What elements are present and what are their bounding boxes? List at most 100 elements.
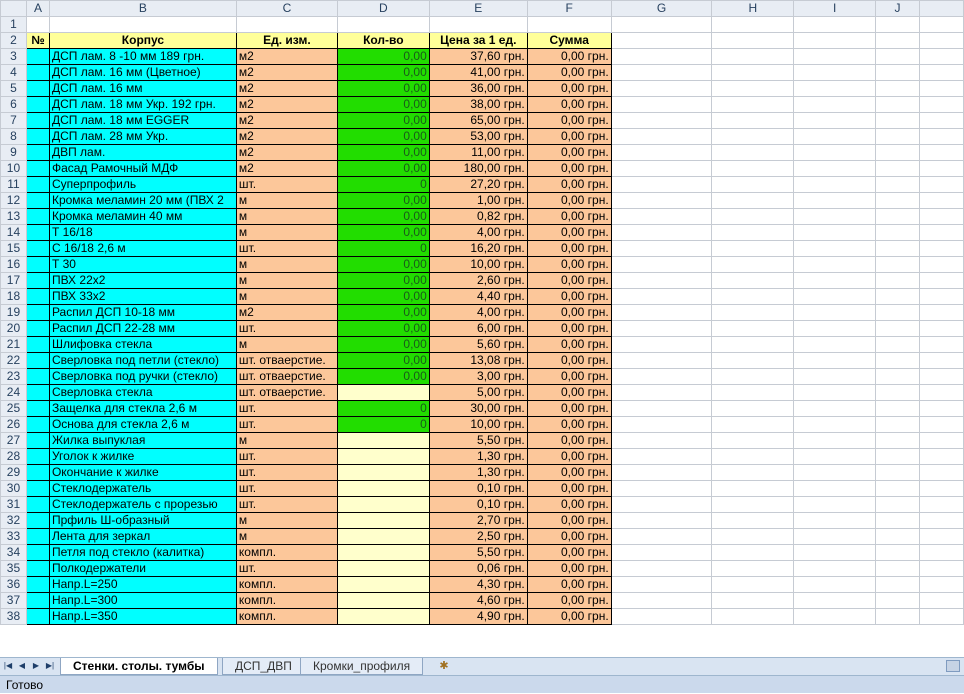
row-header[interactable]: 33 xyxy=(0,528,27,545)
cell[interactable] xyxy=(610,304,713,321)
row-header[interactable]: 21 xyxy=(0,336,27,353)
cell-number[interactable] xyxy=(25,160,50,177)
cell[interactable] xyxy=(610,368,713,385)
cell[interactable] xyxy=(793,528,877,545)
cell-quantity[interactable] xyxy=(336,432,430,449)
cell-quantity[interactable] xyxy=(336,576,430,593)
cell-number[interactable] xyxy=(25,64,50,81)
cell-unit[interactable]: шт. xyxy=(235,320,338,337)
cell[interactable] xyxy=(428,16,528,33)
cell[interactable] xyxy=(711,608,795,625)
cell[interactable] xyxy=(875,144,921,161)
cell-number[interactable] xyxy=(25,192,50,209)
cell[interactable] xyxy=(875,192,921,209)
cell-sum[interactable]: 0,00 грн. xyxy=(526,288,612,305)
cell[interactable] xyxy=(793,512,877,529)
cell-price[interactable]: 30,00 грн. xyxy=(428,400,528,417)
cell[interactable] xyxy=(875,496,921,513)
cell-number[interactable] xyxy=(25,448,50,465)
cell-sum[interactable]: 0,00 грн. xyxy=(526,320,612,337)
cell[interactable] xyxy=(793,32,877,49)
cell-quantity[interactable]: 0,00 xyxy=(336,64,430,81)
cell[interactable] xyxy=(919,400,964,417)
cell[interactable] xyxy=(875,464,921,481)
cell-item-name[interactable]: Сверловка под петли (стекло) xyxy=(48,352,237,369)
row-header[interactable]: 27 xyxy=(0,432,27,449)
cell-quantity[interactable]: 0 xyxy=(336,240,430,257)
cell[interactable] xyxy=(793,448,877,465)
cell[interactable] xyxy=(919,144,964,161)
column-header-d[interactable]: D xyxy=(336,0,430,17)
cell-number[interactable] xyxy=(25,592,50,609)
cell-sum[interactable]: 0,00 грн. xyxy=(526,80,612,97)
cell[interactable] xyxy=(875,176,921,193)
cell-sum[interactable]: 0,00 грн. xyxy=(526,192,612,209)
row-header[interactable]: 1 xyxy=(0,16,27,33)
row-header[interactable]: 6 xyxy=(0,96,27,113)
cell[interactable] xyxy=(875,592,921,609)
cell[interactable] xyxy=(793,96,877,113)
cell-price[interactable]: 5,50 грн. xyxy=(428,432,528,449)
cell[interactable] xyxy=(875,544,921,561)
cell-price[interactable]: 65,00 грн. xyxy=(428,112,528,129)
cell[interactable] xyxy=(875,352,921,369)
cell-number[interactable] xyxy=(25,256,50,273)
cell-sum[interactable]: 0,00 грн. xyxy=(526,272,612,289)
cell[interactable] xyxy=(711,448,795,465)
cell-number[interactable] xyxy=(25,384,50,401)
cell[interactable] xyxy=(919,480,964,497)
cell-item-name[interactable]: ПВХ 22х2 xyxy=(48,272,237,289)
cell-item-name[interactable]: Напр.L=300 xyxy=(48,592,237,609)
cell[interactable] xyxy=(610,64,713,81)
cell-price[interactable]: 0,10 грн. xyxy=(428,480,528,497)
cell-item-name[interactable]: ДСП лам. 16 мм (Цветное) xyxy=(48,64,237,81)
cell-item-name[interactable]: Шлифовка стекла xyxy=(48,336,237,353)
cell-item-name[interactable]: Полкодержатели xyxy=(48,560,237,577)
cell[interactable] xyxy=(711,432,795,449)
cell-unit[interactable]: м xyxy=(235,512,338,529)
cell-item-name[interactable]: Окончание к жилке xyxy=(48,464,237,481)
cell[interactable] xyxy=(610,144,713,161)
cell[interactable] xyxy=(793,336,877,353)
cell[interactable] xyxy=(610,432,713,449)
cell-quantity[interactable] xyxy=(336,608,430,625)
cell-quantity[interactable]: 0 xyxy=(336,400,430,417)
cell[interactable] xyxy=(711,64,795,81)
cell[interactable] xyxy=(793,272,877,289)
row-header[interactable]: 7 xyxy=(0,112,27,129)
tab-sheet-dsp-dvp[interactable]: ДСП_ДВП xyxy=(222,658,305,675)
cell[interactable] xyxy=(711,16,795,33)
cell-item-name[interactable]: Сверловка под ручки (стекло) xyxy=(48,368,237,385)
cell-sum[interactable]: 0,00 грн. xyxy=(526,480,612,497)
cell-unit[interactable]: м xyxy=(235,336,338,353)
column-header-g[interactable]: G xyxy=(610,0,713,17)
cell[interactable] xyxy=(875,480,921,497)
cell-quantity[interactable]: 0,00 xyxy=(336,368,430,385)
cell-price[interactable]: 2,60 грн. xyxy=(428,272,528,289)
cell-sum[interactable]: 0,00 грн. xyxy=(526,496,612,513)
cell[interactable] xyxy=(919,96,964,113)
column-header-i[interactable]: I xyxy=(793,0,877,17)
cell[interactable] xyxy=(793,368,877,385)
cell-quantity[interactable]: 0,00 xyxy=(336,224,430,241)
horizontal-scroll-thumb[interactable] xyxy=(946,660,960,672)
cell[interactable] xyxy=(711,576,795,593)
cell-sum[interactable]: 0,00 грн. xyxy=(526,240,612,257)
cell[interactable] xyxy=(610,464,713,481)
cell[interactable] xyxy=(875,368,921,385)
cell-number[interactable] xyxy=(25,432,50,449)
cell[interactable] xyxy=(711,32,795,49)
cell[interactable] xyxy=(919,512,964,529)
cell[interactable] xyxy=(793,432,877,449)
cell-number[interactable] xyxy=(25,80,50,97)
cell[interactable] xyxy=(711,48,795,65)
cell-sum[interactable]: 0,00 грн. xyxy=(526,144,612,161)
row-header[interactable]: 4 xyxy=(0,64,27,81)
cell-price[interactable]: 37,60 грн. xyxy=(428,48,528,65)
cell[interactable] xyxy=(793,128,877,145)
cell[interactable] xyxy=(919,496,964,513)
cell[interactable] xyxy=(610,176,713,193)
cell[interactable] xyxy=(793,400,877,417)
cell-price[interactable]: 5,60 грн. xyxy=(428,336,528,353)
row-header[interactable]: 32 xyxy=(0,512,27,529)
